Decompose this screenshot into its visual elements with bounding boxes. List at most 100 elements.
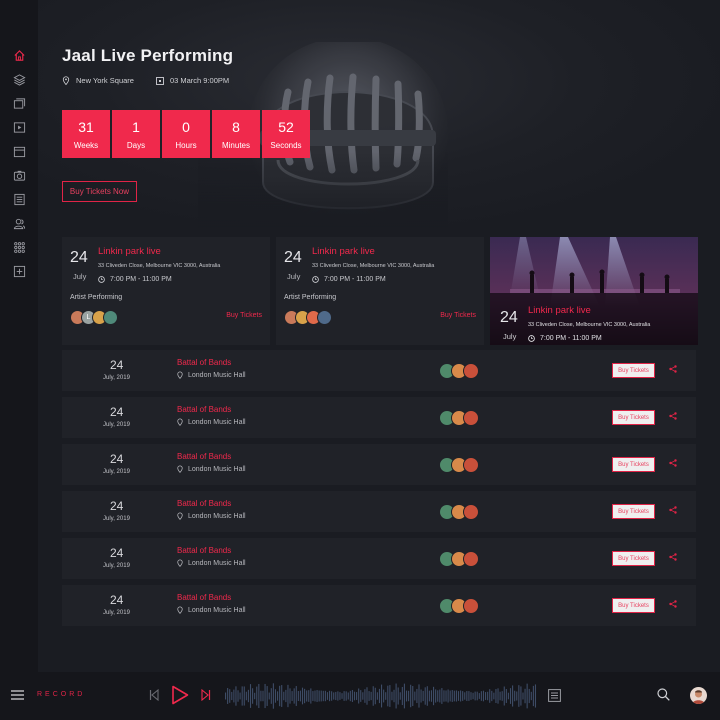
avatar[interactable] [463,504,479,520]
buy-tickets-button[interactable]: Buy Tickets [612,457,655,472]
event-place: London Music Hall [188,606,246,614]
event-title[interactable]: Battal of Bands [177,546,231,555]
event-address: 33 Cliveden Close, Melbourne VIC 3000, A… [528,322,651,328]
audio-waveform[interactable] [225,682,537,710]
featured-event-card[interactable]: 24 July Linkin park live 33 Cliveden Clo… [62,237,270,345]
buy-tickets-button[interactable]: Buy Tickets [612,551,655,566]
home-icon[interactable] [0,43,38,67]
avatar[interactable] [463,598,479,614]
share-icon[interactable] [668,505,678,515]
waveform-bar [295,686,297,706]
event-row[interactable]: 24 July, 2019 Battal of Bands London Mus… [62,350,696,391]
waveform-bar [262,690,264,702]
waveform-bar [297,691,299,701]
share-icon[interactable] [668,458,678,468]
avatar[interactable] [463,363,479,379]
waveform-bar [264,683,266,709]
event-title[interactable]: Battal of Bands [177,593,231,602]
waveform-bar [530,691,532,701]
layers-icon[interactable] [0,67,38,91]
artist-avatars [439,504,479,520]
event-title[interactable]: Battal of Bands [177,499,231,508]
waveform-bar [299,690,301,702]
event-month: July [287,272,301,281]
camera-icon[interactable] [0,163,38,187]
buy-tickets-button[interactable]: Buy Tickets [612,410,655,425]
artist-avatars [439,598,479,614]
play-icon[interactable] [171,685,189,705]
artist-avatars [439,457,479,473]
playlist-icon[interactable] [548,689,561,702]
add-icon[interactable] [0,259,38,283]
waveform-bar [239,692,241,700]
news-icon[interactable] [0,187,38,211]
waveform-bar [374,687,376,705]
waveform-bar [495,689,497,703]
waveform-bar [451,690,453,702]
user-avatar[interactable] [690,687,707,704]
event-title[interactable]: Battal of Bands [177,452,231,461]
artist-avatars [439,363,479,379]
buy-tickets-button[interactable]: Buy Tickets [612,598,655,613]
calendar-small-icon [156,76,164,85]
hamburger-menu-icon[interactable] [11,689,24,701]
event-address: 33 Cliveden Close, Melbourne VIC 3000, A… [312,263,435,269]
waveform-bar [281,685,283,707]
waveform-bar [324,690,326,702]
buy-tickets-button[interactable]: Buy Tickets [612,363,655,378]
featured-event-photo-card[interactable]: 24 July Linkin park live 33 Cliveden Clo… [490,237,698,345]
buy-tickets-link[interactable]: Buy Tickets [440,312,476,319]
event-title[interactable]: Linkin park live [98,246,161,257]
event-row[interactable]: 24 July, 2019 Battal of Bands London Mus… [62,397,696,438]
share-icon[interactable] [668,364,678,374]
albums-icon[interactable] [0,91,38,115]
calendar-icon[interactable] [0,139,38,163]
share-icon[interactable] [668,411,678,421]
waveform-bar [441,688,443,704]
event-day: 24 [110,593,124,607]
waveform-bar [306,690,308,702]
event-row[interactable]: 24 July, 2019 Battal of Bands London Mus… [62,585,696,626]
waveform-bar [457,691,460,701]
waveform-bar [272,683,274,709]
countdown-value: 0 [182,118,190,135]
avatar[interactable] [463,457,479,473]
share-icon[interactable] [668,599,678,609]
buy-tickets-now-button[interactable]: Buy Tickets Now [62,181,137,202]
search-icon[interactable] [657,688,670,701]
users-icon[interactable] [0,211,38,235]
waveform-bar [372,686,374,706]
grid-icon[interactable] [0,235,38,259]
next-track-icon[interactable] [201,689,211,701]
event-title[interactable]: Battal of Bands [177,358,231,367]
waveform-bar [395,683,397,709]
buy-tickets-link[interactable]: Buy Tickets [226,312,262,319]
buy-tickets-button[interactable]: Buy Tickets [612,504,655,519]
event-row[interactable]: 24 July, 2019 Battal of Bands London Mus… [62,491,696,532]
event-row[interactable]: 24 July, 2019 Battal of Bands London Mus… [62,538,696,579]
event-title[interactable]: Linkin park live [312,246,375,257]
video-icon[interactable] [0,115,38,139]
waveform-bar [293,688,295,704]
share-icon[interactable] [668,552,678,562]
waveform-bar [503,686,505,706]
event-time: 7:00 PM - 11:00 PM [324,276,386,283]
location-pin-icon [177,371,183,379]
avatar[interactable] [103,310,118,325]
waveform-bar [233,689,235,703]
clock-icon [98,276,105,283]
waveform-bar [320,690,322,702]
event-title[interactable]: Battal of Bands [177,405,231,414]
avatar[interactable] [463,551,479,567]
events-list: 24 July, 2019 Battal of Bands London Mus… [62,350,696,632]
avatar[interactable] [317,310,332,325]
previous-track-icon[interactable] [149,689,159,701]
countdown-timer: 31 Weeks 1 Days 0 Hours 8 Minutes 52 Sec… [62,110,310,158]
avatar[interactable] [463,410,479,426]
event-day: 24 [110,358,124,372]
waveform-bar [455,690,457,702]
featured-event-card[interactable]: 24 July Linkin park live 33 Cliveden Clo… [276,237,484,345]
event-title[interactable]: Linkin park live [528,305,591,316]
event-row[interactable]: 24 July, 2019 Battal of Bands London Mus… [62,444,696,485]
event-time-row: 7:00 PM - 11:00 PM [312,276,386,283]
